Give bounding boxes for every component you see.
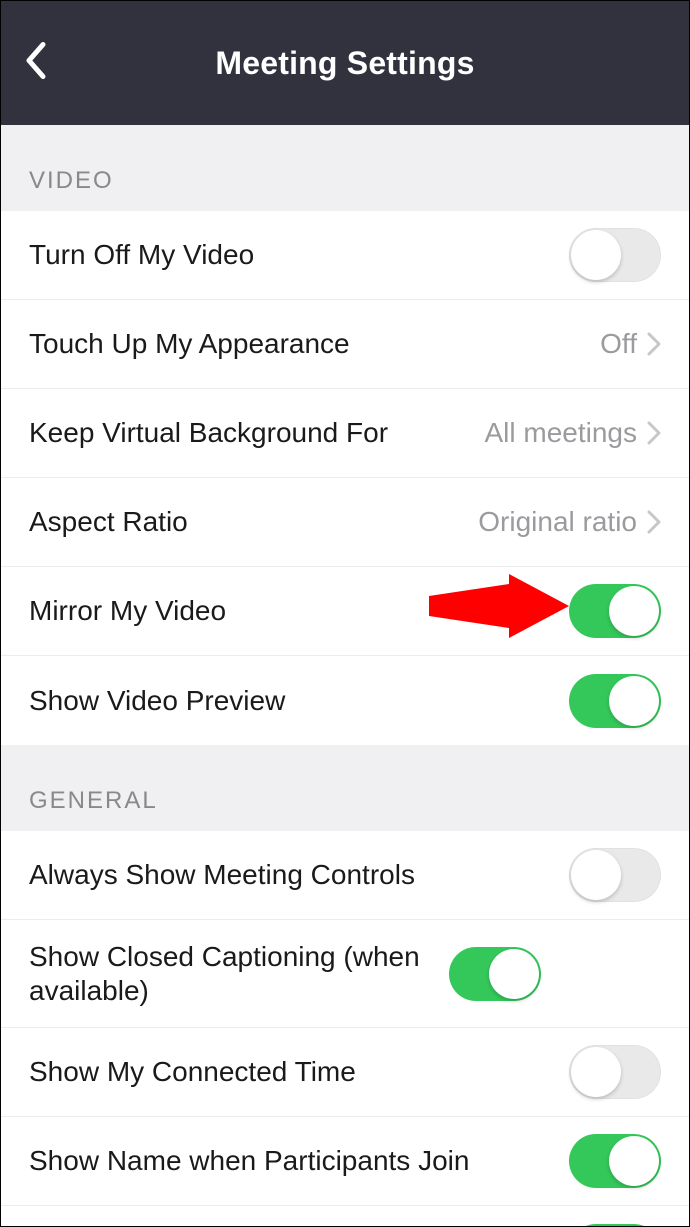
chevron-left-icon [25, 42, 47, 80]
back-button[interactable] [15, 32, 57, 95]
chevron-right-icon [647, 421, 661, 445]
toggle-mirror-my-video[interactable] [569, 584, 661, 638]
video-settings-list: Turn Off My Video Touch Up My Appearance… [1, 211, 689, 745]
row-label: Show Non-Video Participants [29, 1214, 569, 1226]
row-non-video-participants[interactable]: Show Non-Video Participants [1, 1206, 689, 1226]
toggle-knob [571, 1047, 621, 1097]
toggle-connected-time[interactable] [569, 1045, 661, 1099]
toggle-knob [489, 949, 539, 999]
app-frame: Meeting Settings VIDEO Turn Off My Video… [1, 1, 689, 1226]
toggle-non-video-participants[interactable] [569, 1224, 661, 1226]
toggle-knob [609, 676, 659, 726]
toggle-knob [609, 1136, 659, 1186]
row-label: Touch Up My Appearance [29, 307, 600, 381]
row-show-name-join[interactable]: Show Name when Participants Join [1, 1117, 689, 1206]
row-value: Off [600, 328, 637, 360]
section-header-general: GENERAL [1, 745, 689, 831]
row-label: Aspect Ratio [29, 485, 478, 559]
row-turn-off-my-video[interactable]: Turn Off My Video [1, 211, 689, 300]
row-touch-up-appearance[interactable]: Touch Up My Appearance Off [1, 300, 689, 389]
page-title: Meeting Settings [215, 45, 474, 82]
row-closed-captioning[interactable]: Show Closed Captioning (when available) [1, 920, 689, 1028]
row-label: Mirror My Video [29, 574, 569, 648]
section-header-video: VIDEO [1, 125, 689, 211]
row-show-video-preview[interactable]: Show Video Preview [1, 656, 689, 745]
row-mirror-my-video[interactable]: Mirror My Video [1, 567, 689, 656]
row-value: Original ratio [478, 506, 637, 538]
toggle-closed-captioning[interactable] [449, 947, 541, 1001]
chevron-right-icon [647, 332, 661, 356]
toggle-turn-off-my-video[interactable] [569, 228, 661, 282]
toggle-knob [609, 586, 659, 636]
toggle-show-name-join[interactable] [569, 1134, 661, 1188]
row-keep-virtual-background[interactable]: Keep Virtual Background For All meetings [1, 389, 689, 478]
header-bar: Meeting Settings [1, 1, 689, 125]
row-connected-time[interactable]: Show My Connected Time [1, 1028, 689, 1117]
row-label: Keep Virtual Background For [29, 396, 484, 470]
chevron-right-icon [647, 510, 661, 534]
row-label: Show Name when Participants Join [29, 1124, 569, 1198]
toggle-knob [571, 230, 621, 280]
toggle-always-show-controls[interactable] [569, 848, 661, 902]
toggle-show-video-preview[interactable] [569, 674, 661, 728]
general-settings-list: Always Show Meeting Controls Show Closed… [1, 831, 689, 1226]
row-aspect-ratio[interactable]: Aspect Ratio Original ratio [1, 478, 689, 567]
row-label: Show Closed Captioning (when available) [29, 920, 449, 1027]
row-label: Show Video Preview [29, 664, 569, 738]
toggle-knob [571, 850, 621, 900]
row-always-show-controls[interactable]: Always Show Meeting Controls [1, 831, 689, 920]
row-label: Always Show Meeting Controls [29, 838, 569, 912]
row-value: All meetings [484, 417, 637, 449]
row-label: Turn Off My Video [29, 218, 569, 292]
row-label: Show My Connected Time [29, 1035, 569, 1109]
